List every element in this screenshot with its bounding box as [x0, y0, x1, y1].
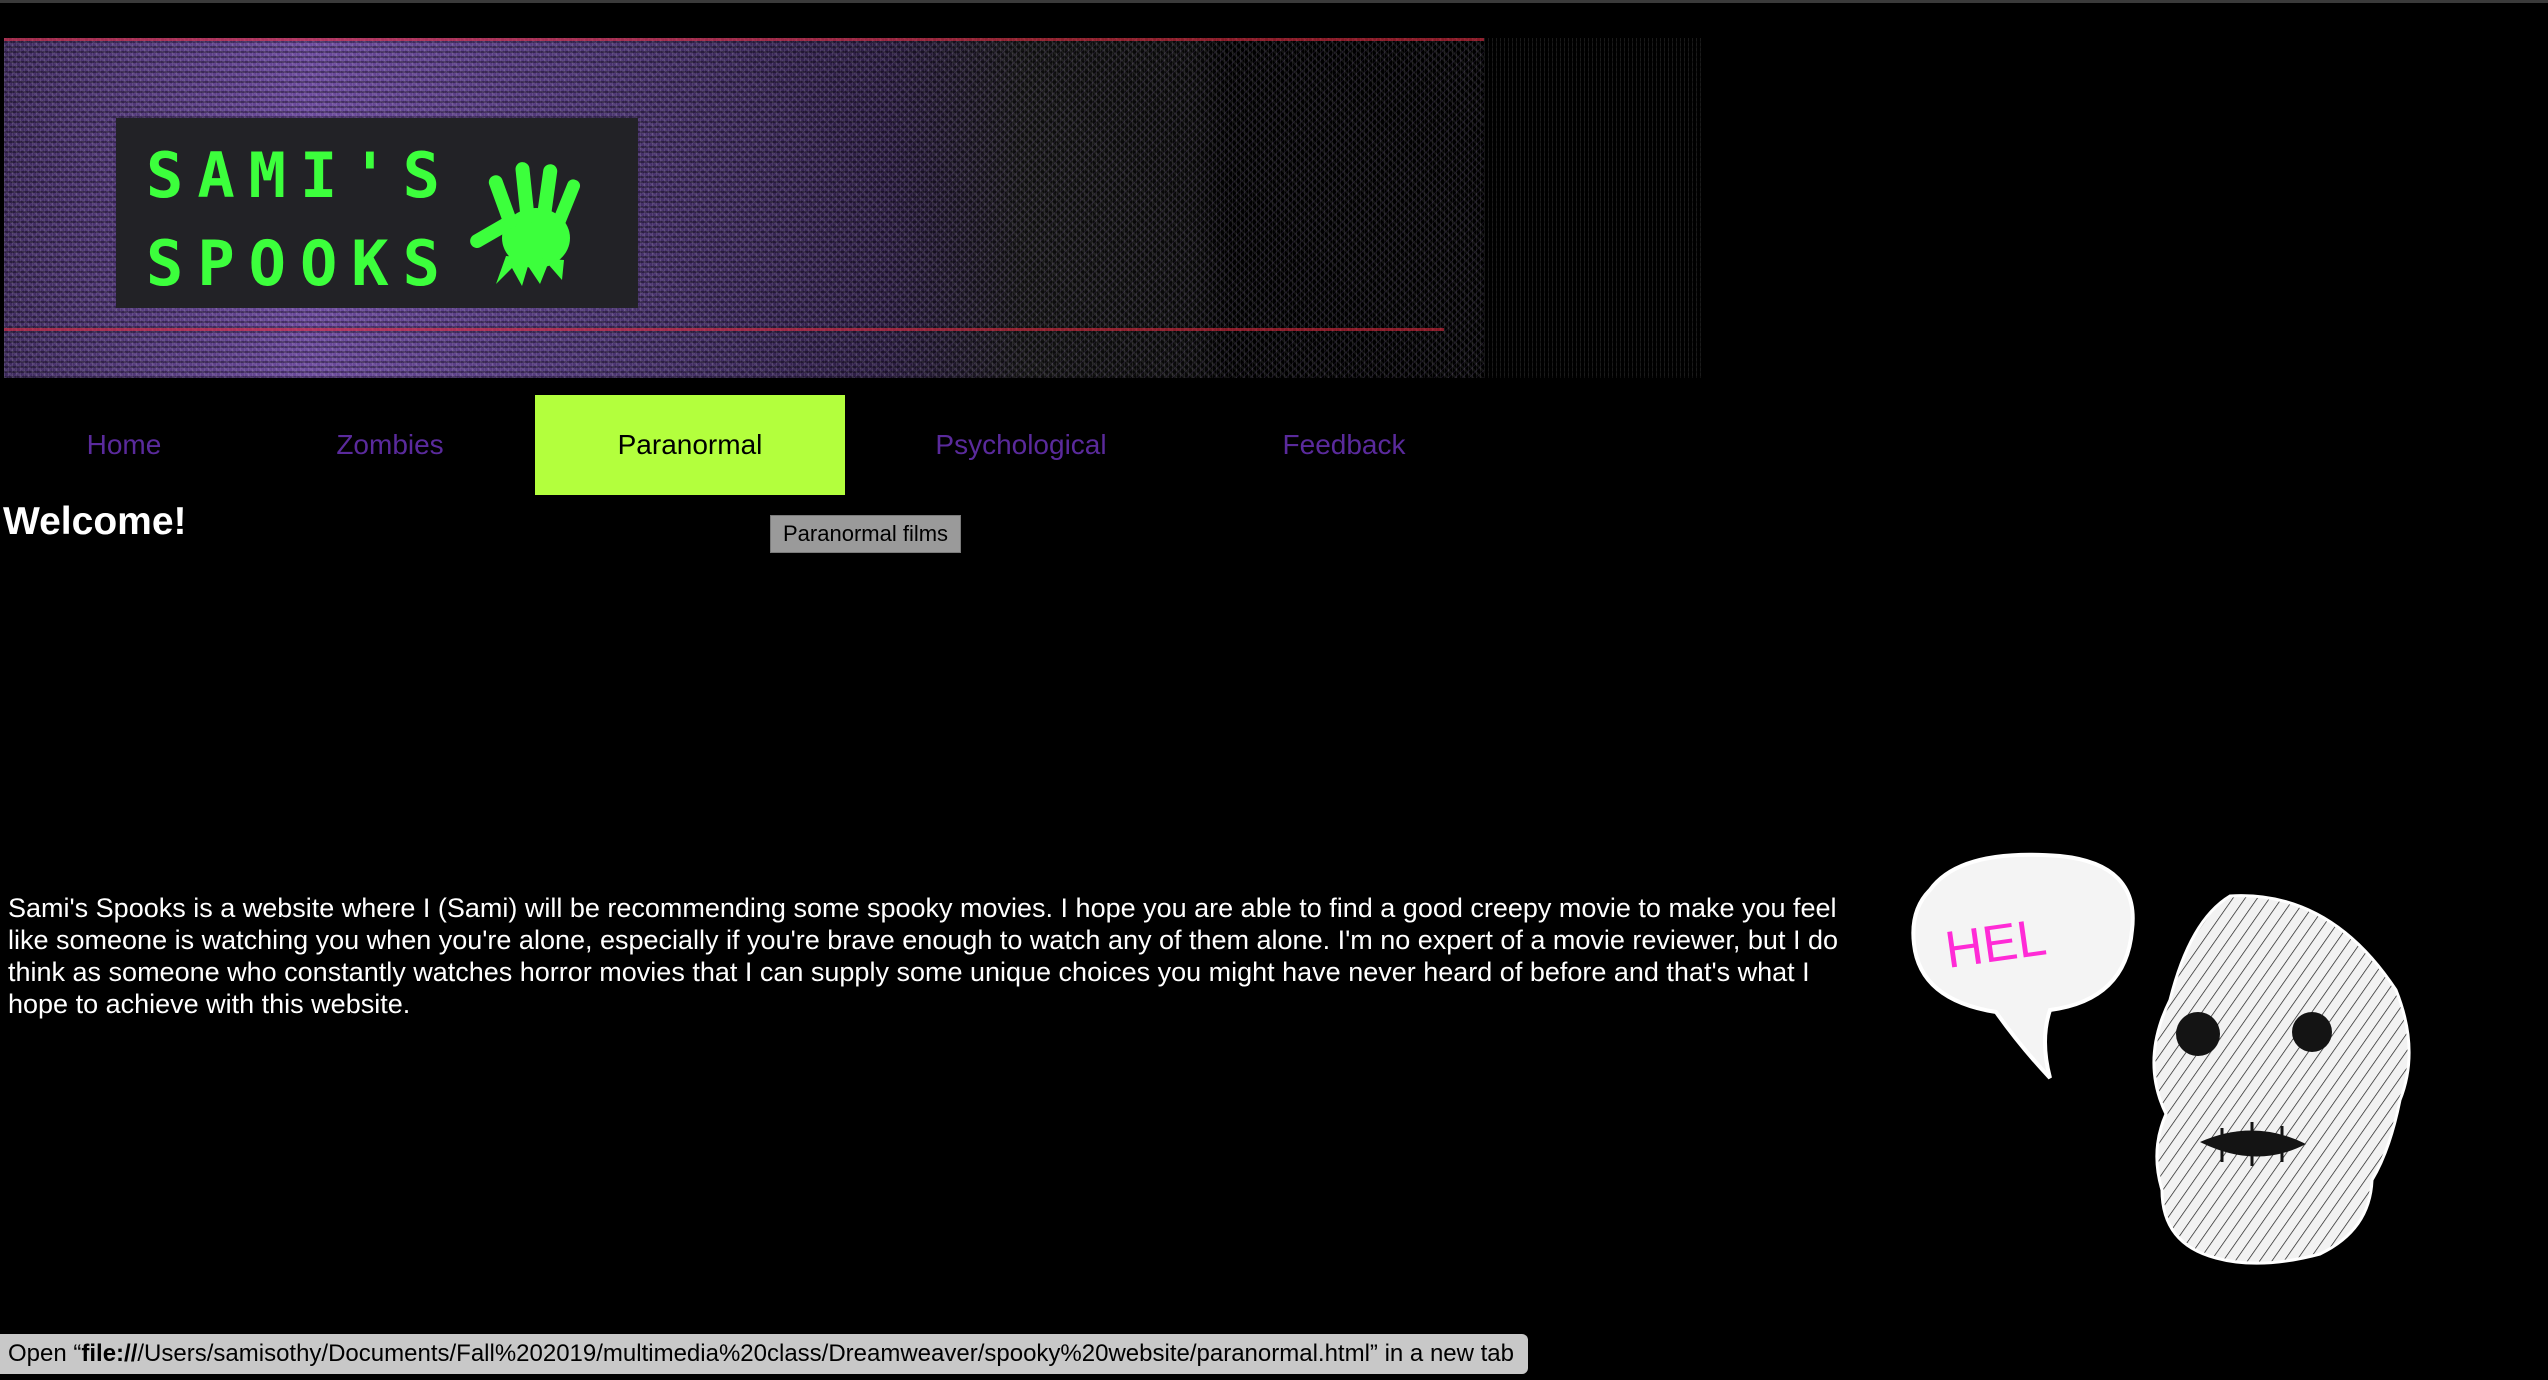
logo-text: SAMI'S SPOOKS	[146, 132, 454, 308]
nav-paranormal[interactable]: Paranormal	[535, 395, 845, 495]
nav-home[interactable]: Home	[0, 395, 248, 495]
banner-glitch-line	[4, 328, 1444, 331]
status-url-path: /Users/samisothy/Documents/Fall%202019/m…	[137, 1340, 1370, 1367]
speech-bubble: HEL	[1911, 852, 2135, 1080]
status-suffix: ” in a new tab	[1369, 1340, 1515, 1367]
logo-line-2: SPOOKS	[146, 227, 454, 300]
status-prefix: Open “	[8, 1340, 82, 1367]
main-nav: Home Zombies Paranormal Psychological Fe…	[0, 395, 1560, 495]
nav-psychological[interactable]: Psychological	[870, 395, 1172, 495]
page-heading: Welcome!	[3, 500, 187, 543]
handprint-icon	[470, 162, 581, 286]
nav-tooltip: Paranormal films	[770, 515, 962, 553]
logo-line-1: SAMI'S	[146, 139, 454, 212]
ghost-illustration-icon: HEL	[1911, 852, 2411, 1265]
site-logo[interactable]: SAMI'S SPOOKS	[116, 118, 638, 308]
status-url-scheme: file://	[81, 1340, 138, 1367]
browser-status-bar: Open “file:///Users/samisothy/Documents/…	[0, 1334, 1529, 1374]
intro-paragraph: Sami's Spooks is a website where I (Sami…	[8, 893, 1838, 1019]
site-banner: SAMI'S SPOOKS	[4, 38, 1704, 378]
nav-zombies[interactable]: Zombies	[248, 395, 532, 495]
banner-glitch-line	[4, 38, 1484, 41]
ghost-head	[2152, 894, 2411, 1265]
window-top-border	[0, 0, 2548, 3]
nav-feedback[interactable]: Feedback	[1200, 395, 1488, 495]
